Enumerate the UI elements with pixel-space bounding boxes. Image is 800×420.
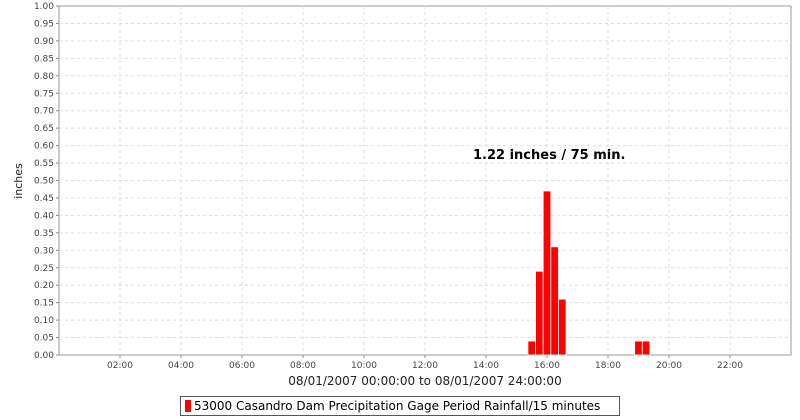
y-tick-label: 0.40 [34, 211, 54, 221]
x-tick-label: 18:00 [595, 361, 621, 371]
bar [558, 298, 567, 356]
y-tick-label: 0.30 [34, 246, 54, 256]
y-tick-label: 0.50 [34, 177, 54, 187]
y-axis-ticks: 0.00 0.05 0.10 0.15 0.20 0.25 0.30 0.35 0.40 0.45… [34, 2, 59, 361]
bar [634, 340, 643, 356]
y-tick-label: 0.75 [34, 89, 54, 99]
y-tick-label: 0.90 [34, 37, 54, 47]
y-tick-label: 0.35 [34, 229, 54, 239]
y-tick-label: 0.10 [34, 316, 54, 326]
bar [542, 190, 552, 356]
x-tick-label: 16:00 [534, 361, 560, 371]
rainfall-annotation: 1.22 inches / 75 min. [473, 148, 625, 163]
x-tick-label: 12:00 [412, 361, 438, 371]
legend: 53000 Casandro Dam Precipitation Gage Pe… [180, 396, 620, 416]
y-axis-title: inches [12, 163, 25, 199]
legend-label: 53000 Casandro Dam Precipitation Gage Pe… [194, 399, 601, 413]
y-tick-label: 0.25 [34, 264, 54, 274]
legend-swatch [185, 400, 191, 412]
y-tick-label: 0.15 [34, 299, 54, 309]
y-tick-label: 0.45 [34, 194, 54, 204]
bar [641, 340, 651, 356]
y-tick-label: 0.00 [34, 351, 54, 361]
chart: 0.00 0.05 0.10 0.15 0.20 0.25 0.30 0.35 0.40 0.45… [12, 2, 792, 388]
x-tick-label: 04:00 [168, 361, 194, 371]
x-axis-ticks: 02:00 04:00 06:00 08:00 10:00 12:00 14:00 16:00… [107, 355, 743, 371]
x-axis-title: 08/01/2007 00:00:00 to 08/01/2007 24:00:… [288, 374, 561, 388]
x-tick-label: 10:00 [351, 361, 377, 371]
x-tick-label: 22:00 [717, 361, 743, 371]
x-tick-label: 14:00 [473, 361, 499, 371]
x-tick-label: 20:00 [656, 361, 682, 371]
y-tick-label: 0.60 [34, 142, 54, 152]
y-tick-label: 0.80 [34, 72, 54, 82]
y-tick-label: 0.05 [34, 334, 54, 344]
bar [527, 340, 536, 356]
y-tick-label: 0.70 [34, 107, 54, 117]
x-tick-label: 02:00 [107, 361, 133, 371]
y-tick-label: 0.95 [34, 19, 54, 29]
y-tick-label: 0.85 [34, 54, 54, 64]
y-tick-label: 0.65 [34, 124, 54, 134]
y-tick-label: 0.55 [34, 159, 54, 169]
bar [550, 246, 559, 356]
bar [535, 270, 544, 356]
y-tick-label: 0.20 [34, 281, 54, 291]
x-tick-label: 08:00 [290, 361, 316, 371]
x-tick-label: 06:00 [229, 361, 255, 371]
y-tick-label: 1.00 [34, 2, 54, 12]
